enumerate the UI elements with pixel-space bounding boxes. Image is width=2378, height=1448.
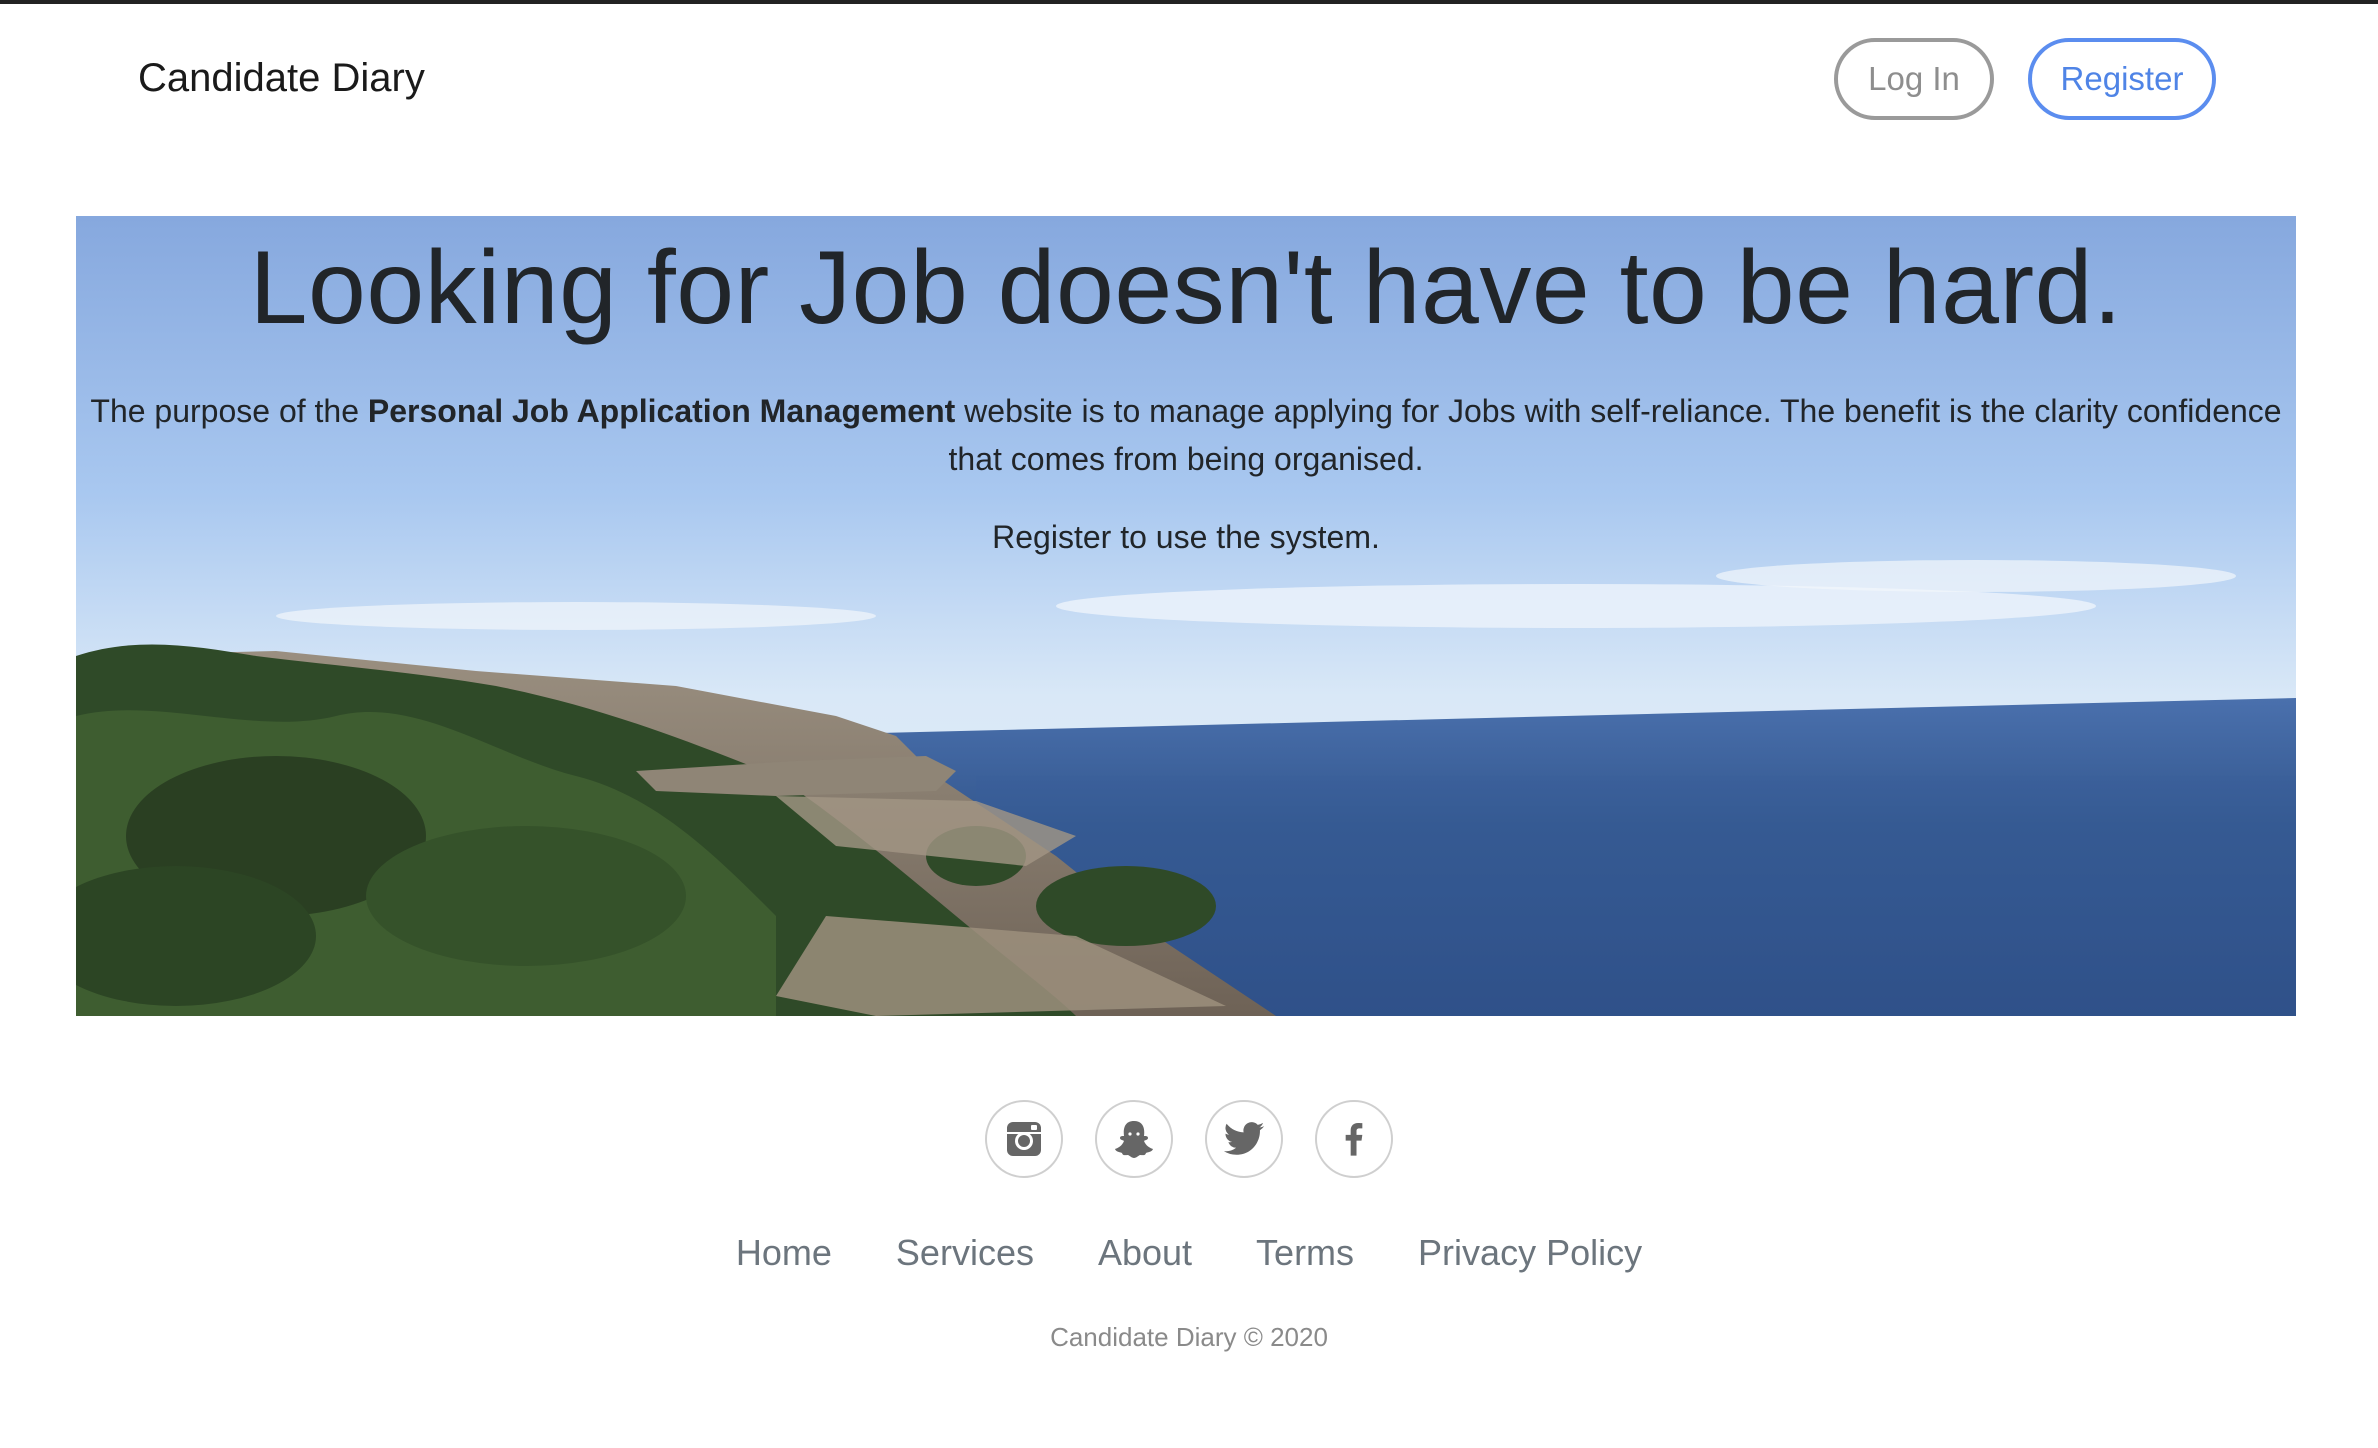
- login-button[interactable]: Log In: [1834, 38, 1994, 120]
- page: Candidate Diary Log In Register Looking …: [0, 0, 2378, 1448]
- snapchat-icon[interactable]: [1095, 1100, 1173, 1178]
- hero-call-to-action: Register to use the system.: [992, 518, 1380, 555]
- instagram-icon[interactable]: [985, 1100, 1063, 1178]
- hero-description-prefix: The purpose of the: [90, 392, 368, 429]
- footer-link-services[interactable]: Services: [896, 1232, 1034, 1274]
- copyright-text: Candidate Diary © 2020: [1050, 1322, 1328, 1352]
- footer-link-home[interactable]: Home: [736, 1232, 832, 1274]
- footer-link-terms[interactable]: Terms: [1256, 1232, 1354, 1274]
- hero-description-suffix: website is to manage applying for Jobs w…: [948, 392, 2282, 477]
- register-button[interactable]: Register: [2028, 38, 2216, 120]
- footer-link-privacy-policy[interactable]: Privacy Policy: [1418, 1232, 1642, 1274]
- hero-title: Looking for Job doesn't have to be hard.: [249, 230, 2123, 346]
- hero-content: Looking for Job doesn't have to be hard.…: [76, 216, 2296, 561]
- brand-logo-text[interactable]: Candidate Diary: [138, 56, 425, 101]
- social-links: [0, 1100, 2378, 1178]
- hero-description: The purpose of the Personal Job Applicat…: [76, 387, 2296, 483]
- footer-nav: Home Services About Terms Privacy Policy: [0, 1232, 2378, 1274]
- twitter-icon[interactable]: [1205, 1100, 1283, 1178]
- footer-link-about[interactable]: About: [1098, 1232, 1192, 1274]
- hero-description-bold: Personal Job Application Management: [367, 392, 956, 429]
- facebook-icon[interactable]: [1315, 1100, 1393, 1178]
- hero-banner: Looking for Job doesn't have to be hard.…: [76, 216, 2296, 1016]
